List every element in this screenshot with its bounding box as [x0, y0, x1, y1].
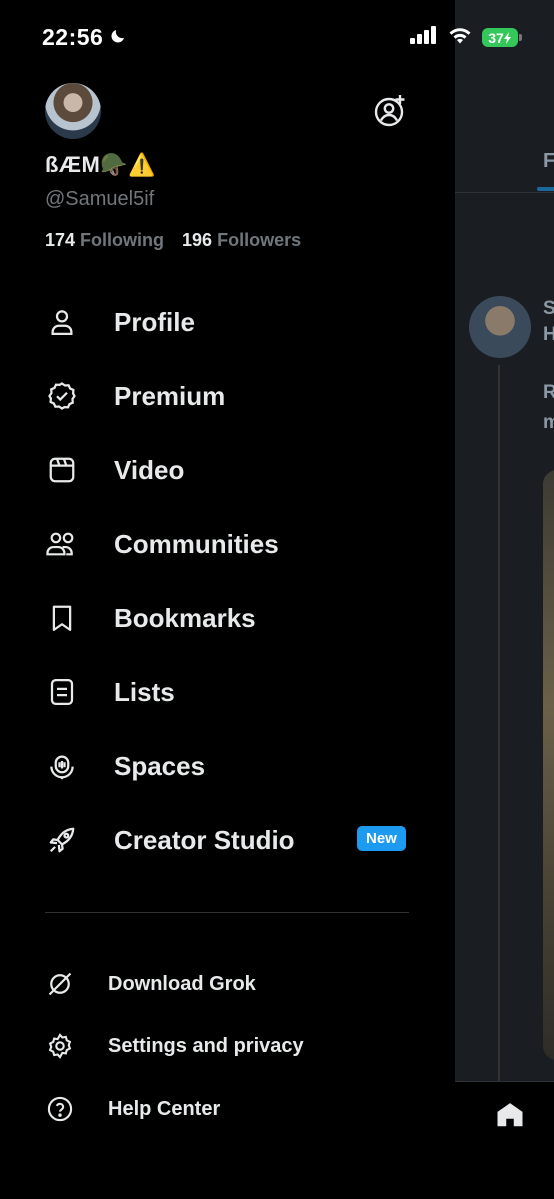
menu-item-label: Bookmarks — [114, 602, 256, 633]
followers-link[interactable]: 196 Followers — [182, 230, 301, 251]
status-time-text: 22:56 — [42, 24, 104, 50]
post-author-sub: H — [543, 324, 554, 345]
video-icon — [44, 452, 80, 488]
post-text-line2: m — [543, 412, 554, 433]
menu-item-label: Communities — [114, 528, 279, 559]
cellular-signal-icon — [410, 26, 438, 49]
status-indicators: 37 — [410, 26, 522, 49]
menu-item-settings[interactable]: Settings and privacy — [0, 1021, 455, 1071]
background-timeline: F S H R m — [455, 0, 554, 1199]
menu-item-creator-studio[interactable]: Creator Studio New — [0, 808, 455, 872]
avatar[interactable] — [45, 83, 101, 139]
menu-item-lists[interactable]: Lists — [0, 660, 455, 724]
post-header: S H — [543, 296, 554, 348]
battery-level: 37 — [488, 29, 504, 46]
timeline-tab-indicator — [537, 187, 554, 191]
display-name: ßÆM🪖⚠️ — [45, 152, 157, 177]
following-link[interactable]: 174 Following — [45, 230, 164, 251]
menu-item-download-grok[interactable]: Download Grok — [0, 959, 455, 1009]
charging-icon — [503, 31, 511, 44]
menu-item-label: Help Center — [108, 1097, 221, 1120]
menu-item-label: Premium — [114, 380, 226, 411]
timeline-divider — [455, 192, 554, 193]
followers-label: Followers — [217, 230, 302, 250]
bottom-tab-bar — [455, 1081, 554, 1199]
timeline-tab-label[interactable]: F — [543, 150, 554, 173]
post-text: R m — [543, 378, 554, 438]
follow-stats: 174 Following 196 Followers — [45, 230, 301, 251]
menu-item-premium[interactable]: Premium — [0, 364, 455, 428]
spaces-icon — [44, 748, 80, 784]
menu-item-communities[interactable]: Communities — [0, 512, 455, 576]
menu-item-label: Spaces — [114, 750, 206, 781]
username-handle: @Samuel5if — [45, 188, 155, 210]
menu-item-label: Profile — [114, 306, 195, 337]
battery-indicator: 37 — [482, 28, 522, 47]
add-account-icon[interactable] — [373, 94, 407, 133]
menu-item-label: Settings and privacy — [108, 1034, 304, 1057]
menu-divider — [45, 912, 409, 913]
list-icon — [44, 674, 80, 710]
followers-count: 196 — [182, 230, 213, 250]
moon-icon — [109, 24, 127, 51]
gear-icon — [46, 1032, 74, 1060]
thread-line — [498, 365, 500, 1085]
menu-item-bookmarks[interactable]: Bookmarks — [0, 586, 455, 650]
post-text-line1: R — [543, 382, 554, 403]
new-badge: New — [357, 826, 406, 851]
menu-item-video[interactable]: Video — [0, 438, 455, 502]
verified-badge-icon — [44, 378, 80, 414]
menu-item-profile[interactable]: Profile — [0, 290, 455, 354]
following-count: 174 — [45, 230, 76, 250]
status-time: 22:56 — [42, 24, 127, 51]
status-bar: 22:56 37 — [0, 0, 554, 60]
rocket-icon — [44, 822, 80, 858]
communities-icon — [44, 526, 80, 562]
menu-item-label: Video — [114, 454, 185, 485]
grok-icon — [46, 970, 74, 998]
home-icon[interactable] — [495, 1100, 525, 1135]
following-label: Following — [80, 230, 165, 250]
navigation-drawer: ßÆM🪖⚠️ @Samuel5if 174 Following 196 Follow… — [0, 0, 455, 1199]
post-author-avatar[interactable] — [469, 296, 531, 358]
menu-item-spaces[interactable]: Spaces — [0, 734, 455, 798]
menu-item-help-center[interactable]: Help Center — [0, 1084, 455, 1134]
menu-item-label: Lists — [114, 676, 175, 707]
post-author-name: S — [543, 298, 554, 319]
person-icon — [44, 304, 80, 340]
menu-item-label: Creator Studio — [114, 824, 295, 855]
wifi-icon — [448, 26, 472, 49]
bookmark-icon — [44, 600, 80, 636]
help-icon — [46, 1095, 74, 1123]
menu-item-label: Download Grok — [108, 972, 256, 995]
post-media[interactable] — [543, 470, 554, 1060]
